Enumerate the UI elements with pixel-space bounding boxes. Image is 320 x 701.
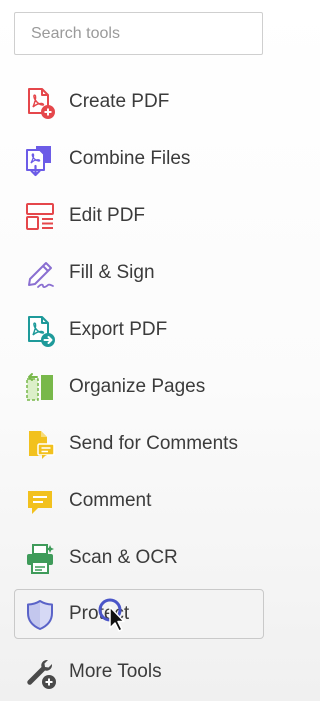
fill-sign-icon <box>23 257 57 291</box>
tool-label: Comment <box>69 490 152 511</box>
create-pdf-icon <box>23 86 57 120</box>
tool-label: More Tools <box>69 661 162 682</box>
tool-edit-pdf[interactable]: Edit PDF <box>14 191 264 241</box>
tool-label: Protect <box>69 603 130 624</box>
tool-label: Combine Files <box>69 148 191 169</box>
tool-organize-pages[interactable]: Organize Pages <box>14 362 264 412</box>
tool-fill-sign[interactable]: Fill & Sign <box>14 248 264 298</box>
tool-label: Send for Comments <box>69 433 238 454</box>
tools-panel: Create PDF Combine Files Edit PDF <box>0 0 283 701</box>
organize-pages-icon <box>23 371 57 405</box>
tool-label: Fill & Sign <box>69 262 155 283</box>
tool-label: Organize Pages <box>69 376 206 397</box>
more-tools-icon <box>23 656 57 690</box>
tool-create-pdf[interactable]: Create PDF <box>14 77 264 127</box>
tool-export-pdf[interactable]: Export PDF <box>14 305 264 355</box>
tool-comment[interactable]: Comment <box>14 476 264 526</box>
scan-ocr-icon <box>23 542 57 576</box>
tool-label: Create PDF <box>69 91 170 112</box>
tool-label: Export PDF <box>69 319 168 340</box>
combine-files-icon <box>23 143 57 177</box>
tool-send-for-comments[interactable]: Send for Comments <box>14 419 264 469</box>
search-input[interactable] <box>15 13 262 54</box>
tool-scan-ocr[interactable]: Scan & OCR <box>14 533 264 583</box>
tool-more-tools[interactable]: More Tools <box>14 647 264 697</box>
protect-icon <box>23 598 57 632</box>
edit-pdf-icon <box>23 200 57 234</box>
send-for-comments-icon <box>23 428 57 462</box>
export-pdf-icon <box>23 314 57 348</box>
tool-label: Edit PDF <box>69 205 146 226</box>
search-box[interactable] <box>14 12 263 55</box>
comment-icon <box>23 485 57 519</box>
tool-protect[interactable]: Protect <box>14 589 264 639</box>
tool-label: Scan & OCR <box>69 547 178 568</box>
tool-combine-files[interactable]: Combine Files <box>14 134 264 184</box>
